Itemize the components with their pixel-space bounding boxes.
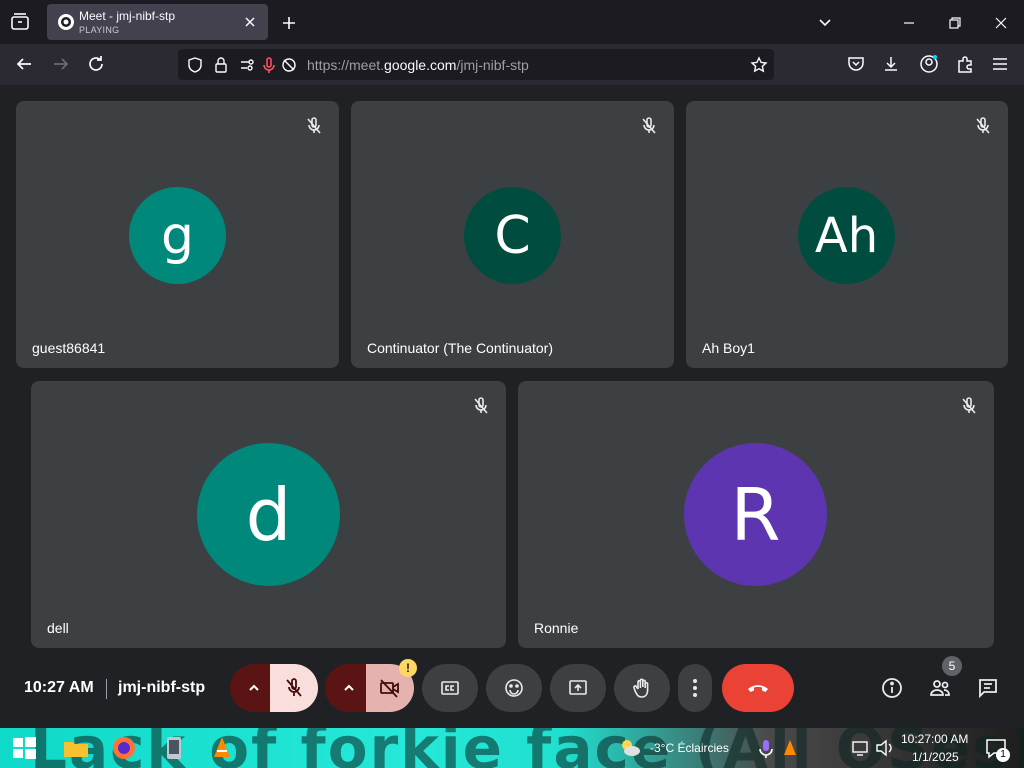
os-taskbar: Lack of forkie face (All OSes) -3°C Écla… <box>0 728 1024 768</box>
app-icon[interactable] <box>160 734 188 762</box>
participant-tile[interactable]: Ah Ah Boy1 <box>686 101 1008 368</box>
chevron-up-icon <box>249 684 259 691</box>
participant-tile[interactable]: d dell <box>31 381 506 648</box>
reactions-button[interactable] <box>486 664 542 712</box>
captions-button[interactable] <box>422 664 478 712</box>
avatar: Ah <box>798 187 895 284</box>
bookmark-star-icon[interactable] <box>750 56 768 74</box>
meeting-clock: 10:27 AM <box>24 679 94 696</box>
url-path: /jmj-nibf-stp <box>456 57 529 73</box>
avatar: d <box>197 443 340 586</box>
extensions-icon[interactable] <box>955 54 975 74</box>
participant-name: dell <box>47 620 69 636</box>
back-arrow-icon[interactable] <box>13 53 35 75</box>
present-screen-button[interactable] <box>550 664 606 712</box>
url-text[interactable]: https://meet.google.com/jmj-nibf-stp <box>307 57 529 73</box>
url-domain: google.com <box>384 57 457 73</box>
meeting-details-icon[interactable] <box>880 676 904 700</box>
windows-start-icon[interactable] <box>10 734 38 762</box>
camera-warning-badge: ! <box>399 659 417 677</box>
tab-playing-label: PLAYING <box>79 25 120 35</box>
participant-name: Continuator (The Continuator) <box>367 340 553 356</box>
mic-muted-icon <box>976 117 990 134</box>
vlc-icon[interactable] <box>208 734 236 762</box>
leave-call-button[interactable] <box>722 664 794 712</box>
people-icon[interactable] <box>928 676 952 700</box>
shield-icon[interactable] <box>186 56 204 74</box>
participant-name: Ronnie <box>534 620 579 636</box>
tab-list-icon[interactable] <box>8 10 32 34</box>
restore-icon[interactable] <box>944 12 966 34</box>
tab-meet[interactable]: Meet - jmj-nibf-stp PLAYING <box>47 4 268 40</box>
microphone-toggle-button[interactable] <box>270 664 318 712</box>
browser-chrome: Meet - jmj-nibf-stp PLAYING https://meet… <box>0 0 1024 85</box>
participant-tile[interactable]: C Continuator (The Continuator) <box>351 101 674 368</box>
url-bar[interactable]: https://meet.google.com/jmj-nibf-stp <box>178 49 774 80</box>
divider <box>106 679 107 699</box>
more-options-button[interactable] <box>678 664 712 712</box>
tracking-blocked-icon[interactable] <box>280 56 298 74</box>
menu-hamburger-icon[interactable] <box>990 54 1010 74</box>
tab-bar: Meet - jmj-nibf-stp PLAYING <box>0 0 1024 44</box>
mic-muted-icon <box>962 397 976 414</box>
forward-arrow-icon[interactable] <box>50 53 72 75</box>
download-icon[interactable] <box>881 54 901 74</box>
mic-muted-icon <box>307 117 321 134</box>
microphone-active-icon[interactable] <box>260 56 278 74</box>
raise-hand-button[interactable] <box>614 664 670 712</box>
raise-hand-icon <box>633 678 649 698</box>
new-tab-icon[interactable] <box>278 12 300 34</box>
weather-icon <box>622 740 640 756</box>
present-screen-icon <box>569 680 587 695</box>
pocket-icon[interactable] <box>846 54 866 74</box>
firefox-icon[interactable] <box>110 734 138 762</box>
permissions-icon[interactable] <box>238 56 256 74</box>
more-vertical-icon <box>693 679 697 697</box>
participant-count-badge: 5 <box>942 656 962 676</box>
minimize-icon[interactable] <box>898 12 920 34</box>
file-explorer-icon[interactable] <box>62 734 90 762</box>
account-icon[interactable] <box>919 54 939 74</box>
url-prefix: https://meet. <box>307 57 385 73</box>
avatar: C <box>464 187 561 284</box>
hang-up-icon <box>748 685 768 692</box>
avatar: R <box>684 443 827 586</box>
lock-icon[interactable] <box>212 56 230 74</box>
camera-off-icon <box>380 679 399 698</box>
avatar: g <box>129 187 226 284</box>
meet-favicon-icon <box>58 14 74 30</box>
chevron-down-icon[interactable] <box>814 12 836 34</box>
reload-icon[interactable] <box>85 53 107 75</box>
mic-muted-icon <box>474 397 488 414</box>
chat-icon[interactable] <box>976 676 1000 700</box>
vlc-tray-icon[interactable] <box>776 734 804 762</box>
closed-captions-icon <box>441 681 459 695</box>
mic-off-icon <box>286 678 302 697</box>
participant-name: guest86841 <box>32 340 106 356</box>
participant-tile[interactable]: R Ronnie <box>518 381 994 648</box>
close-window-icon[interactable] <box>990 12 1012 34</box>
tray-date[interactable]: 1/1/2025 <box>912 750 959 764</box>
emoji-icon <box>505 679 523 697</box>
weather-text[interactable]: -3°C Éclaircies <box>650 741 729 755</box>
nav-bar: https://meet.google.com/jmj-nibf-stp <box>0 44 1024 85</box>
participant-name: Ah Boy1 <box>702 340 755 356</box>
volume-icon[interactable] <box>872 734 900 762</box>
participant-tile[interactable]: g guest86841 <box>16 101 339 368</box>
meeting-controls-bar: 10:27 AM jmj-nibf-stp <box>0 655 1024 725</box>
meeting-code: jmj-nibf-stp <box>118 679 206 696</box>
mic-muted-icon <box>642 117 656 134</box>
tray-clock[interactable]: 10:27:00 AM <box>901 732 968 746</box>
meet-video-grid: g guest86841 C Continuator (The Continua… <box>0 85 1024 728</box>
close-tab-icon[interactable] <box>242 14 258 30</box>
tab-title: Meet - jmj-nibf-stp <box>79 9 176 23</box>
notification-count-badge: 1 <box>996 748 1010 762</box>
chevron-up-icon <box>344 684 354 691</box>
